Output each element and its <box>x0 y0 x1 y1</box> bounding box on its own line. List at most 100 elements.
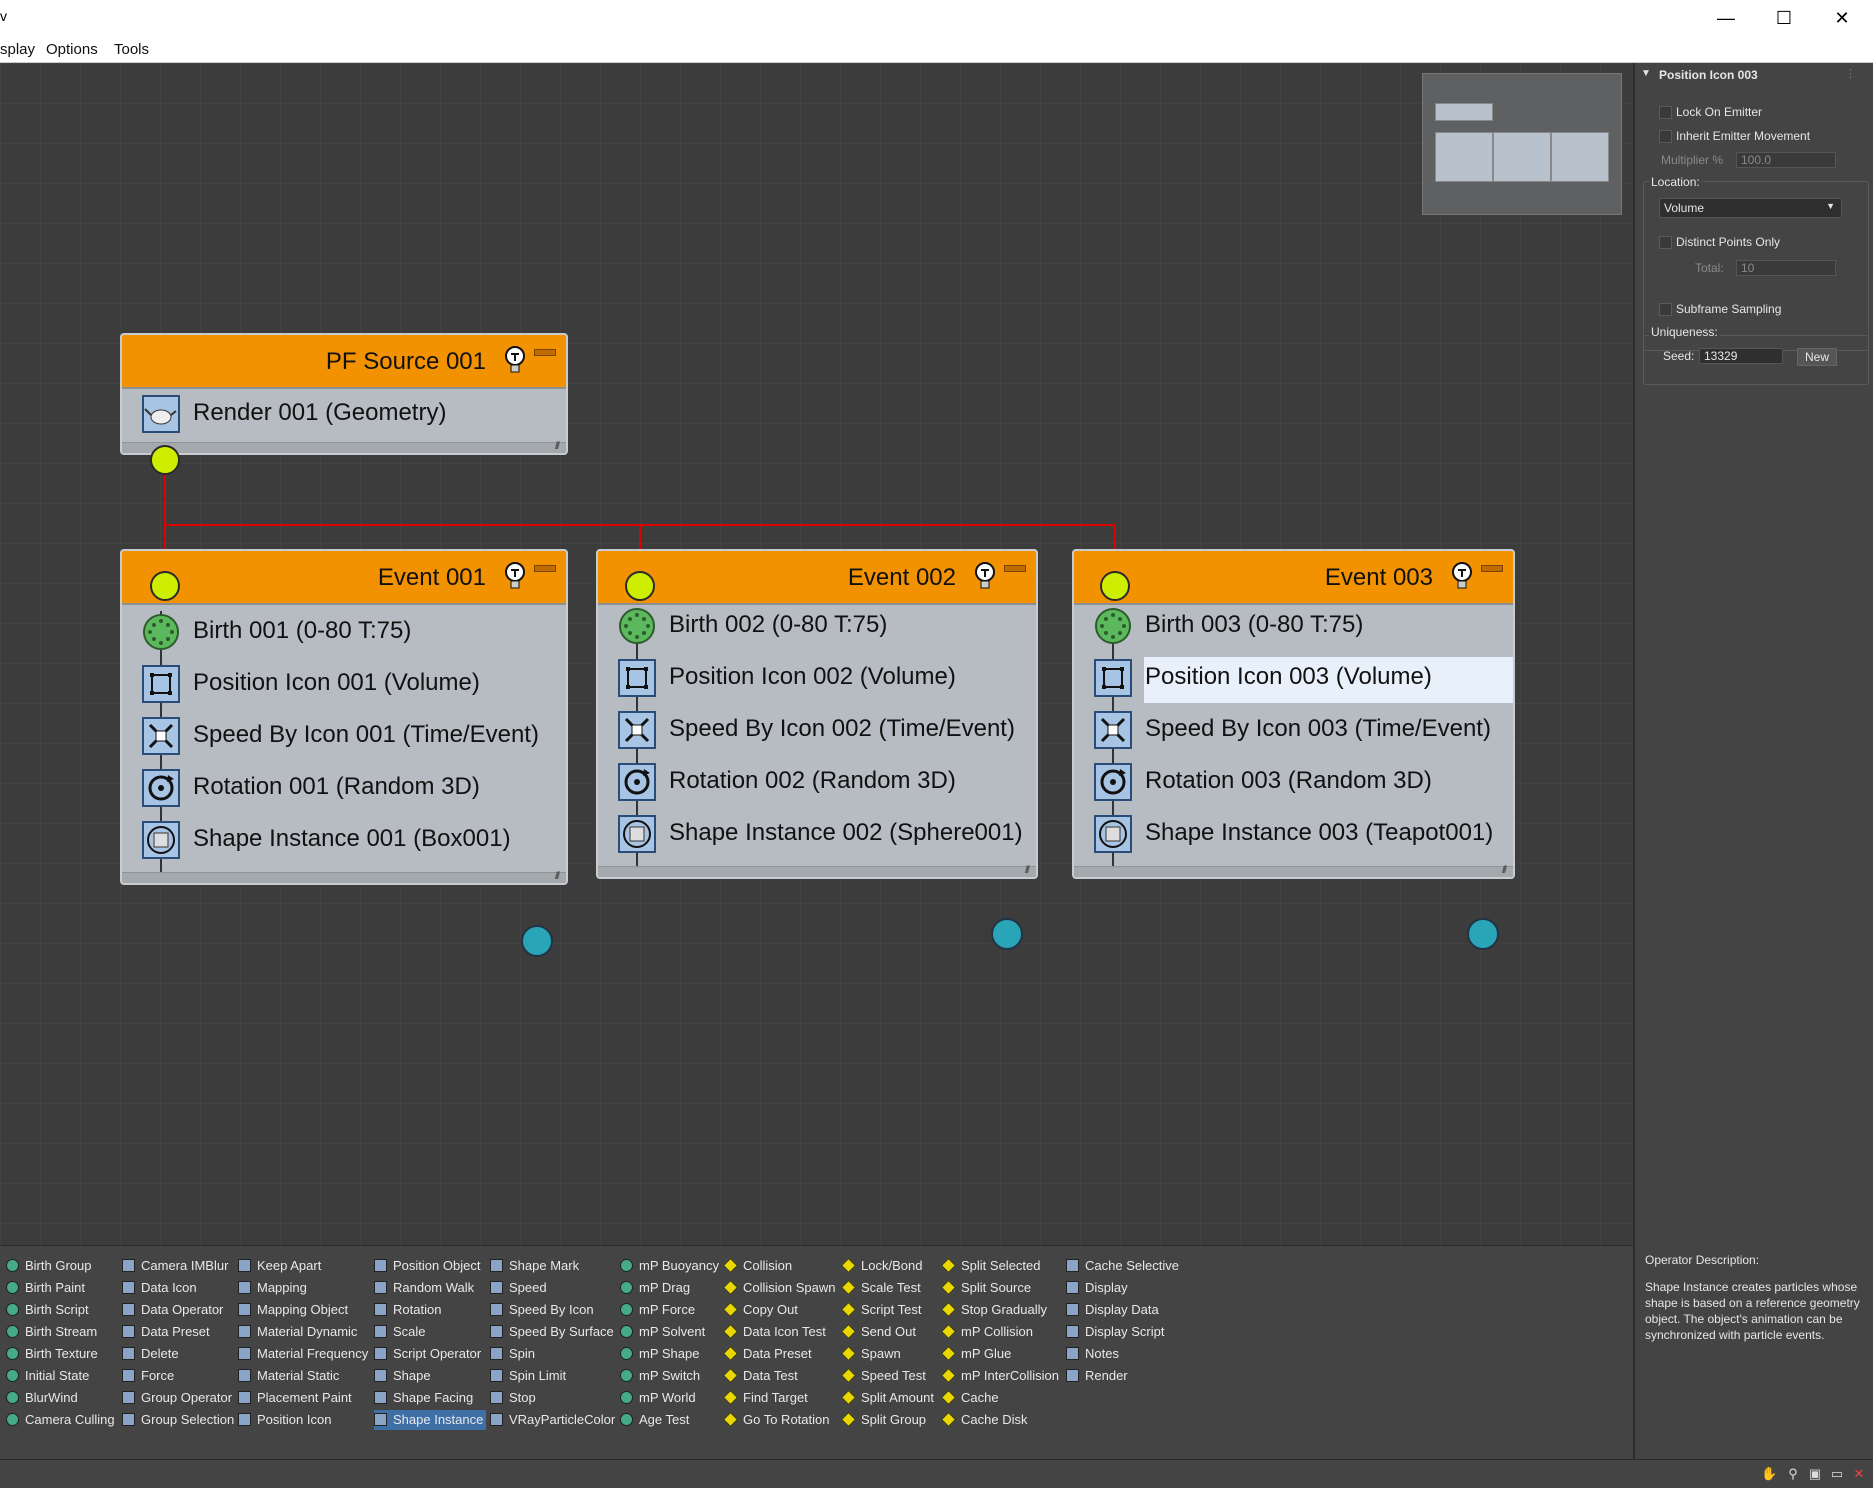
depot-item[interactable]: Spin Limit <box>490 1366 602 1386</box>
event-003-node[interactable]: Event 003 Birth 003 (0-80 T:75) Position… <box>1072 549 1515 879</box>
depot-item[interactable]: Birth Group <box>6 1256 118 1276</box>
depot-item[interactable]: Stop Gradually <box>941 1300 1054 1320</box>
new-seed-button[interactable]: New <box>1797 348 1837 366</box>
collapse-icon[interactable] <box>1481 565 1503 572</box>
depot-item[interactable]: Shape Instance <box>374 1410 486 1430</box>
depot-item[interactable]: Find Target <box>723 1388 836 1408</box>
depot-item[interactable]: Birth Paint <box>6 1278 118 1298</box>
depot-item[interactable]: Display Script <box>1066 1322 1178 1342</box>
depot-item[interactable]: Data Preset <box>122 1322 234 1342</box>
node-header[interactable]: Event 002 <box>598 551 1036 605</box>
depot-item[interactable]: mP Buoyancy <box>620 1256 732 1276</box>
depot-item[interactable]: Spawn <box>841 1344 954 1364</box>
operator-speed-by-icon[interactable]: Speed By Icon 001 (Time/Event) <box>142 713 556 757</box>
depot-item[interactable]: Cache Selective <box>1066 1256 1179 1276</box>
operator-shape-instance[interactable]: Shape Instance 002 (Sphere001) <box>618 811 1026 855</box>
navigator-minimap[interactable] <box>1422 73 1622 215</box>
depot-item[interactable]: VRayParticleColor <box>490 1410 615 1430</box>
depot-item[interactable]: Speed By Surface <box>490 1322 614 1342</box>
depot-item[interactable]: Script Test <box>841 1300 954 1320</box>
depot-item[interactable]: Send Out <box>841 1322 954 1342</box>
depot-item[interactable]: Notes <box>1066 1344 1178 1364</box>
depot-item[interactable]: Material Frequency <box>238 1344 368 1364</box>
lock-on-emitter-checkbox[interactable] <box>1659 106 1672 119</box>
depot-item[interactable]: Collision <box>723 1256 836 1276</box>
inherit-emitter-checkbox[interactable] <box>1659 130 1672 143</box>
collapse-icon[interactable] <box>534 565 556 572</box>
depot-item[interactable]: Data Preset <box>723 1344 836 1364</box>
depot-item[interactable]: Display <box>1066 1278 1178 1298</box>
operator-birth[interactable]: Birth 002 (0-80 T:75) <box>618 603 1026 647</box>
operator-rotation[interactable]: Rotation 002 (Random 3D) <box>618 759 1026 803</box>
depot-item[interactable]: Go To Rotation <box>723 1410 836 1430</box>
depot-item[interactable]: Split Amount <box>841 1388 954 1408</box>
display-color-swatch[interactable] <box>521 925 553 957</box>
depot-item[interactable]: Stop <box>490 1388 602 1408</box>
node-header[interactable]: Event 003 <box>1074 551 1513 605</box>
distinct-points-checkbox[interactable] <box>1659 236 1672 249</box>
depot-item[interactable]: Birth Script <box>6 1300 118 1320</box>
node-header[interactable]: Event 001 <box>122 551 566 605</box>
depot-item[interactable]: mP Shape <box>620 1344 732 1364</box>
subframe-checkbox[interactable] <box>1659 303 1672 316</box>
pan-icon[interactable]: ✋ <box>1761 1466 1777 1482</box>
depot-item[interactable]: Speed Test <box>841 1366 954 1386</box>
operator-position-icon[interactable]: Position Icon 001 (Volume) <box>142 661 556 705</box>
depot-item[interactable]: Mapping <box>238 1278 350 1298</box>
menu-display[interactable]: splay <box>0 41 35 58</box>
depot-item[interactable]: Group Selection <box>122 1410 234 1430</box>
maximize-button[interactable]: ☐ <box>1755 0 1813 36</box>
zoom-extents-icon[interactable]: ▭ <box>1829 1466 1845 1482</box>
minimize-button[interactable]: — <box>1697 0 1755 36</box>
operator-shape-instance[interactable]: Shape Instance 001 (Box001) <box>142 817 556 861</box>
zoom-icon[interactable]: ⚲ <box>1785 1466 1801 1482</box>
depot-item[interactable]: Render <box>1066 1366 1178 1386</box>
depot-item[interactable]: Data Operator <box>122 1300 234 1320</box>
close-button[interactable]: ✕ <box>1813 0 1871 36</box>
depot-item[interactable]: Keep Apart <box>238 1256 350 1276</box>
collapse-icon[interactable] <box>1004 565 1026 572</box>
depot-item[interactable]: Force <box>122 1366 234 1386</box>
operator-birth[interactable]: Birth 001 (0-80 T:75) <box>142 609 556 653</box>
depot-item[interactable]: mP InterCollision <box>941 1366 1059 1386</box>
operator-speed-by-icon[interactable]: Speed By Icon 003 (Time/Event) <box>1094 707 1503 751</box>
operator-position-icon-selected[interactable]: Position Icon 003 (Volume) <box>1094 655 1513 703</box>
depot-item[interactable]: Material Dynamic <box>238 1322 357 1342</box>
lightbulb-icon[interactable] <box>502 345 528 375</box>
depot-item[interactable]: Mapping Object <box>238 1300 350 1320</box>
source-output-connector[interactable] <box>150 445 180 475</box>
depot-item[interactable]: Split Source <box>941 1278 1054 1298</box>
depot-item[interactable]: mP Glue <box>941 1344 1054 1364</box>
operator-birth[interactable]: Birth 003 (0-80 T:75) <box>1094 603 1503 647</box>
depot-item[interactable]: Shape Facing <box>374 1388 486 1408</box>
seed-spinner[interactable]: 13329 <box>1699 348 1783 364</box>
operator-render[interactable]: Render 001 (Geometry) <box>142 391 556 435</box>
depot-item[interactable]: Data Icon Test <box>723 1322 836 1342</box>
depot-item[interactable]: mP Switch <box>620 1366 732 1386</box>
depot-item[interactable]: Split Group <box>841 1410 954 1430</box>
depot-item[interactable]: Cache Disk <box>941 1410 1054 1430</box>
depot-item[interactable]: Spin <box>490 1344 602 1364</box>
no-zoom-icon[interactable]: ✕ <box>1851 1466 1867 1482</box>
depot-item[interactable]: Copy Out <box>723 1300 836 1320</box>
depot-item[interactable]: mP World <box>620 1388 732 1408</box>
display-color-swatch[interactable] <box>1467 918 1499 950</box>
depot-item[interactable]: Position Icon <box>238 1410 350 1430</box>
depot-item[interactable]: Initial State <box>6 1366 118 1386</box>
depot-item[interactable]: mP Force <box>620 1300 732 1320</box>
display-color-swatch[interactable] <box>991 918 1023 950</box>
collapse-icon[interactable] <box>534 349 556 356</box>
operator-shape-instance[interactable]: Shape Instance 003 (Teapot001) <box>1094 811 1503 855</box>
depot-item[interactable]: Speed <box>490 1278 602 1298</box>
depot-item[interactable]: Scale Test <box>841 1278 954 1298</box>
depot-item[interactable]: Camera Culling <box>6 1410 118 1430</box>
zoom-region-icon[interactable]: ▣ <box>1807 1466 1823 1482</box>
depot-item[interactable]: Position Object <box>374 1256 486 1276</box>
depot-item[interactable]: Birth Texture <box>6 1344 118 1364</box>
depot-item[interactable]: Scale <box>374 1322 486 1342</box>
depot-item[interactable]: Collision Spawn <box>723 1278 836 1298</box>
depot-item[interactable]: Shape <box>374 1366 486 1386</box>
multiplier-spinner[interactable]: 100.0 <box>1736 152 1836 168</box>
depot-item[interactable]: Group Operator <box>122 1388 234 1408</box>
particle-view-canvas[interactable]: PF Source 001 Render 001 (Geometry) ////… <box>0 63 1633 1245</box>
